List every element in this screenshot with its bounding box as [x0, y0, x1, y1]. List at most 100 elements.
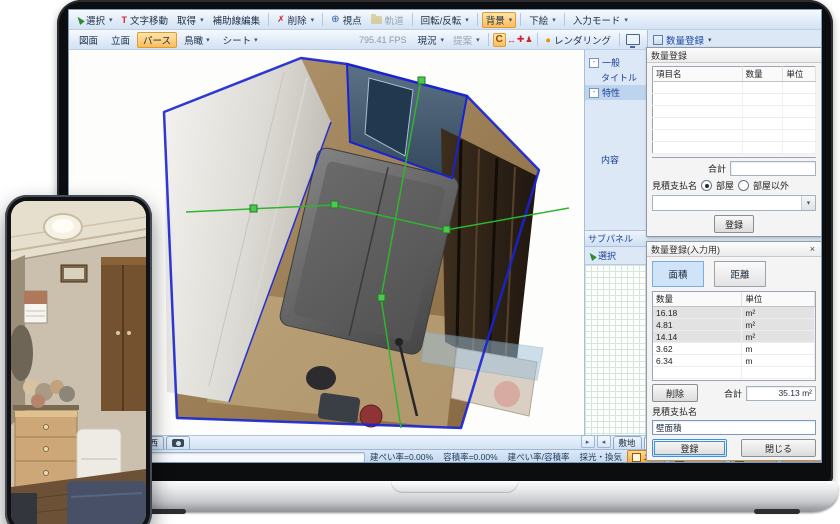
tree-item-property[interactable]: - 特性: [585, 85, 647, 100]
col-header-unit: 単位: [783, 67, 816, 82]
subpanel-header: サブパネル: [585, 230, 647, 247]
separator: [268, 13, 269, 26]
mode-current-dropdown[interactable]: 現況 ▾: [414, 32, 449, 48]
table-row[interactable]: [653, 367, 815, 379]
table-row[interactable]: [653, 379, 815, 382]
status-coverage-ratio: 建ぺい率=0.00%: [370, 451, 433, 463]
tab-scroll-left[interactable]: ◂: [597, 435, 611, 448]
separator: [322, 13, 323, 26]
render-dot-icon: ●: [546, 35, 551, 45]
tree-item-content[interactable]: 内容: [585, 152, 647, 167]
floor-tab-site[interactable]: 敷地: [613, 436, 642, 449]
fps-counter: 795.41 FPS: [359, 35, 407, 45]
monitor-icon[interactable]: [626, 34, 640, 45]
table-row[interactable]: [653, 94, 816, 106]
separator: [619, 33, 620, 46]
background-button[interactable]: 背景 ▾: [482, 12, 517, 28]
acquire-button[interactable]: 取得 ▾: [173, 12, 208, 28]
laptop-screen-bezel: 選択 ▾ T 文字移動 取得 ▾ 補助線編集 ✗ 削除 ▾: [57, 0, 833, 483]
col-header-item: 項目名: [653, 67, 743, 82]
tab-sheet[interactable]: シート ▾: [217, 32, 264, 48]
pan-horizontal-icon[interactable]: ↔: [507, 35, 516, 45]
estimate-name-label: 見積支払名: [652, 179, 697, 192]
col-header-qty: 数量: [742, 67, 783, 82]
cursor-icon: [587, 251, 597, 261]
aux-line-edit-button[interactable]: 補助線編集: [209, 12, 265, 28]
table-row[interactable]: [653, 142, 816, 154]
table-row[interactable]: 14.14m²: [653, 331, 815, 343]
quantity-table[interactable]: 項目名 数量 単位: [652, 66, 816, 158]
rotate-flip-button[interactable]: 回転/反転 ▾: [417, 12, 473, 28]
distance-mode-button[interactable]: 距離: [714, 261, 766, 287]
laptop-base: [102, 481, 838, 511]
table-row[interactable]: 6.34m: [653, 355, 815, 367]
subpanel-select-tool[interactable]: 選択: [585, 247, 647, 264]
tree-collapse-icon[interactable]: -: [589, 88, 599, 98]
orbit-button[interactable]: 軌道: [367, 12, 408, 28]
table-row[interactable]: 3.62m: [653, 343, 815, 355]
chevron-down-icon: ▾: [801, 196, 815, 210]
radio-non-room[interactable]: [738, 180, 749, 191]
table-row[interactable]: 16.18m²: [653, 307, 815, 319]
tree-collapse-icon[interactable]: -: [589, 58, 599, 68]
panel-grid-icon: [653, 35, 663, 45]
rendering-button[interactable]: ● レンダリング: [542, 32, 615, 48]
tab-plan[interactable]: 図面: [73, 32, 104, 48]
measurement-table[interactable]: 数量 単位 16.18m² 4.81m² 14.14: [652, 291, 816, 381]
chevron-down-icon: ▾: [311, 16, 315, 24]
estimate-name-select[interactable]: ▾: [652, 195, 816, 211]
tab-scroll-right[interactable]: ▸: [581, 435, 595, 448]
separator: [537, 33, 538, 46]
table-row[interactable]: [653, 106, 816, 118]
property-tree: - 一般 タイトル - 特性 内容: [585, 50, 647, 435]
estimate-name-input[interactable]: 壁面積: [652, 420, 816, 435]
separator: [477, 13, 478, 26]
register-button[interactable]: 登録: [652, 439, 727, 457]
tree-item-general[interactable]: - 一般: [585, 55, 647, 70]
photo-wardrobe: [101, 257, 146, 411]
table-row[interactable]: [653, 118, 816, 130]
delete-button[interactable]: ✗ 削除 ▾: [273, 12, 318, 28]
tab-elevation[interactable]: 立面: [105, 32, 136, 48]
pan-cross-icon[interactable]: ✚: [517, 34, 525, 45]
radio-room[interactable]: [701, 180, 712, 191]
table-row[interactable]: [653, 82, 816, 94]
underlay-button[interactable]: 下絵 ▾: [525, 12, 560, 28]
close-button[interactable]: 閉じる: [741, 439, 816, 457]
snapshot-button[interactable]: [166, 436, 190, 449]
photo-chest: [15, 411, 77, 487]
delete-rows-button[interactable]: 削除: [652, 384, 698, 402]
tab-birdseye[interactable]: 鳥瞰 ▾: [178, 32, 216, 48]
orbit-icon: [371, 16, 382, 24]
chevron-down-icon: ▾: [509, 16, 513, 24]
close-icon[interactable]: ×: [808, 245, 817, 254]
tab-perspective[interactable]: パース: [137, 32, 177, 48]
register-button[interactable]: 登録: [714, 215, 754, 233]
table-row[interactable]: [653, 130, 816, 142]
total-field: 35.13 m²: [746, 386, 816, 401]
status-floor-area-ratio: 容積率=0.00%: [443, 451, 498, 463]
main-toolbar: 選択 ▾ T 文字移動 取得 ▾ 補助線編集 ✗ 削除 ▾: [69, 10, 821, 30]
viewpoint-button[interactable]: ⊕ 視点: [327, 12, 365, 28]
area-mode-button[interactable]: 面積: [652, 261, 704, 287]
phone-photo: [11, 201, 146, 524]
text-move-icon: T: [122, 15, 128, 25]
status-ratio-link[interactable]: 建ぺい率/容積率: [508, 451, 570, 463]
status-light-vent-link[interactable]: 採光・換気: [580, 451, 623, 463]
rotate-view-icon[interactable]: C: [493, 33, 506, 47]
mode-proposal-dropdown[interactable]: 提案 ▾: [449, 32, 484, 48]
total-label: 合計: [708, 162, 726, 175]
separator: [564, 13, 565, 26]
table-row[interactable]: 4.81m²: [653, 319, 815, 331]
chevron-down-icon: ▾: [200, 16, 204, 24]
select-tool-button[interactable]: 選択 ▾: [73, 12, 117, 28]
chevron-down-icon: ▾: [465, 16, 469, 24]
text-move-button[interactable]: T 文字移動: [118, 12, 173, 28]
tree-item-title[interactable]: タイトル: [585, 70, 647, 85]
separator: [488, 33, 489, 46]
camera-icon: [172, 439, 184, 447]
subpanel-grid-canvas[interactable]: [585, 264, 647, 435]
walkthrough-icon[interactable]: ♟: [525, 35, 532, 44]
separator: [520, 13, 521, 26]
input-mode-button[interactable]: 入力モード ▾: [569, 12, 632, 28]
